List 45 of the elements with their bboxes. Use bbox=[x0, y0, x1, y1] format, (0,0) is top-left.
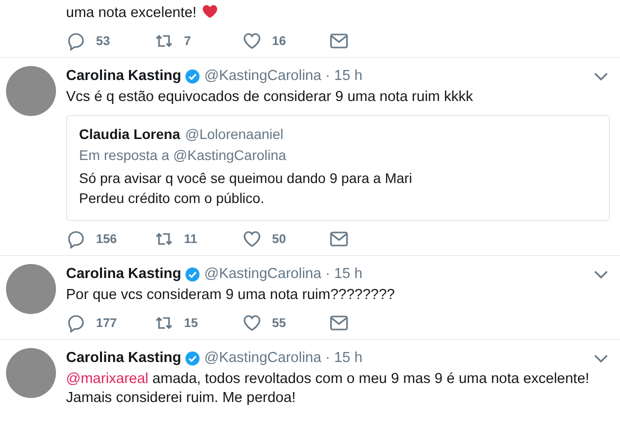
envelope-icon[interactable] bbox=[330, 33, 348, 49]
like-count: 50 bbox=[272, 232, 286, 246]
avatar[interactable] bbox=[6, 66, 56, 116]
author-handle[interactable]: @KastingCarolina bbox=[204, 66, 322, 86]
quoted-tweet-card[interactable]: Claudia Lorena @Lolorenaaniel Em resposta a @KastingCarolina Só pra avisar q você se queimou dando 9 para a Mari Perdeu crédito com o público. bbox=[66, 115, 610, 221]
envelope-icon[interactable] bbox=[330, 315, 348, 331]
reply-icon[interactable] bbox=[66, 313, 86, 333]
tweet-time[interactable]: · 15 h bbox=[325, 66, 362, 86]
avatar[interactable] bbox=[6, 264, 56, 314]
heart-icon[interactable] bbox=[242, 229, 262, 249]
author-name[interactable]: Carolina Kasting bbox=[66, 66, 182, 86]
author-handle[interactable]: @KastingCarolina bbox=[204, 264, 322, 284]
heart-emoji-icon bbox=[202, 4, 218, 19]
quoted-tweet-text: Perdeu crédito com o público. bbox=[79, 189, 266, 208]
retweet-count: 11 bbox=[184, 232, 198, 246]
quoted-author-name: Claudia Lorena bbox=[79, 126, 180, 142]
mention-link[interactable]: @marixareal bbox=[66, 371, 148, 387]
like-count: 55 bbox=[272, 316, 286, 330]
quoted-tweet-text: Só pra avisar q você se queimou dando 9 para a Mari bbox=[79, 169, 414, 188]
reply-count: 53 bbox=[96, 34, 110, 48]
tweet-text: Por que vcs consideram 9 uma nota ruim???????? bbox=[66, 286, 396, 305]
reply-icon[interactable] bbox=[66, 31, 86, 51]
heart-icon[interactable] bbox=[242, 313, 262, 333]
author-name[interactable]: Carolina Kasting bbox=[66, 348, 182, 368]
heart-icon[interactable] bbox=[242, 31, 262, 51]
like-count: 16 bbox=[272, 34, 286, 48]
tweet-text: Vcs é q estão equivocados de considerar 9 uma nota ruim kkkk bbox=[66, 88, 474, 107]
reply-count: 177 bbox=[96, 316, 117, 330]
retweet-count: 15 bbox=[184, 316, 198, 330]
retweet-count: 7 bbox=[184, 34, 191, 48]
tweet-time[interactable]: · 15 h bbox=[325, 348, 362, 368]
tweet-text: uma nota excelente! bbox=[66, 4, 610, 23]
caret-icon[interactable] bbox=[594, 72, 608, 80]
author-handle[interactable]: @KastingCarolina bbox=[204, 348, 322, 368]
caret-icon[interactable] bbox=[594, 270, 608, 278]
quoted-author-handle: @Lolorenaaniel bbox=[185, 126, 284, 142]
caret-icon[interactable] bbox=[594, 354, 608, 362]
reply-context: Em resposta a @KastingCarolina bbox=[79, 147, 288, 163]
avatar[interactable] bbox=[6, 348, 56, 398]
reply-icon[interactable] bbox=[66, 229, 86, 249]
author-name[interactable]: Carolina Kasting bbox=[66, 264, 182, 284]
envelope-icon[interactable] bbox=[330, 231, 348, 247]
tweet-time[interactable]: · 15 h bbox=[325, 264, 362, 284]
tweet-text: @marixareal amada, todos revoltados com o meu 9 mas 9 é uma nota excelente! Jamais considerei ruim. Me perdoa! bbox=[66, 370, 590, 408]
reply-count: 156 bbox=[96, 232, 117, 246]
